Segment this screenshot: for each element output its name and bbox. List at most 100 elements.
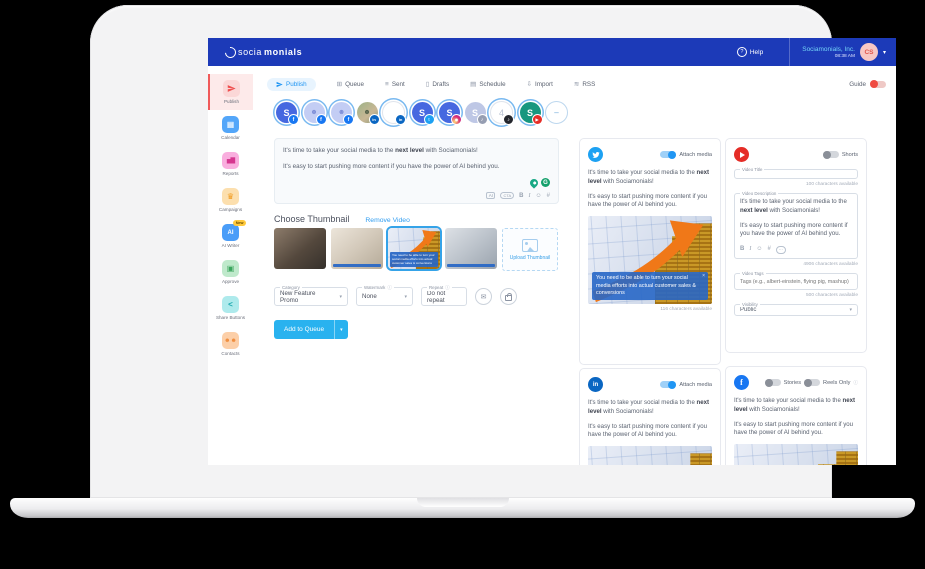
ai-assist-icon[interactable]: AI [486, 192, 496, 199]
thumbnail-option-4[interactable] [445, 228, 497, 269]
sidebar-item-label: Contacts [221, 351, 240, 356]
repeat-field[interactable]: Repeat ⓘ Do not repeat [421, 284, 467, 306]
hashtag-icon[interactable]: # [767, 245, 770, 254]
tab-rss[interactable]: ≋ RSS [573, 80, 595, 89]
chevron-down-icon: ▾ [882, 49, 886, 56]
help-button[interactable]: ? Help [736, 47, 763, 57]
sidebar-item-approve[interactable]: ▣ Approve [208, 254, 253, 290]
stories-toggle[interactable] [764, 378, 781, 387]
twitter-badge-icon: t [423, 114, 435, 125]
social-account-twitter[interactable]: St [411, 102, 435, 125]
video-description-input[interactable]: Video Description It's time to take your… [734, 190, 858, 259]
schedule-icon: ▤ [470, 81, 477, 88]
social-account-linkedin-page[interactable]: in [382, 101, 406, 125]
sidebar-item-share-buttons[interactable]: < Share Buttons [208, 290, 253, 326]
sidebar-item-calendar[interactable]: ▦ Calendar [208, 110, 253, 146]
watermark-select[interactable]: Watermark ⓘ None ▾ [356, 284, 413, 306]
grammar-check-icon[interactable]: G [541, 178, 550, 187]
image-icon [522, 238, 538, 252]
more-icon[interactable]: ⋯ [775, 245, 786, 254]
post-composer[interactable]: It's time to take your social media to t… [274, 138, 559, 204]
tab-import[interactable]: ⇩ Import [527, 80, 553, 89]
sidebar-item-publish[interactable]: Publish [208, 74, 253, 110]
remove-video-link[interactable]: Remove Video [365, 217, 409, 224]
sidebar-item-campaigns[interactable]: ♛ Campaigns [208, 182, 253, 218]
close-icon[interactable]: × [702, 273, 705, 280]
logo-text-light: socia [238, 47, 263, 57]
topbar: socia monials ? Help Sociamonials, Inc. 0… [208, 38, 896, 66]
social-account-tiktok-disabled[interactable]: S ♪ [464, 102, 488, 125]
sidebar-item-ai-writer[interactable]: AI New AI Writer [208, 218, 253, 254]
tab-drafts[interactable]: ▯ Drafts [426, 80, 449, 89]
info-icon: ⓘ [853, 379, 858, 385]
attach-media-toggle[interactable] [660, 380, 677, 389]
linkedin-preview-card: in Attach media It's time to take your s… [579, 368, 721, 465]
attached-media-image [588, 446, 712, 465]
upload-thumbnail-button[interactable]: Upload Thumbnail [502, 228, 558, 271]
sidebar-item-label: Approve [221, 279, 240, 284]
social-account-facebook[interactable]: Sf [276, 102, 299, 125]
social-account-tiktok[interactable]: 4 ♪ [490, 101, 514, 125]
sidebar-item-label: Reports [222, 171, 239, 176]
shorts-toggle[interactable] [822, 150, 839, 159]
italic-icon[interactable]: I [529, 193, 531, 199]
preview-text: It's easy to start pushing more content … [588, 192, 708, 209]
hashtag-icon[interactable]: # [547, 193, 550, 199]
sidebar-item-label: Calendar [221, 135, 240, 140]
add-to-queue-split-button: Add to Queue ▾ [274, 320, 348, 339]
sidebar-item-label: Campaigns [218, 207, 243, 212]
category-select[interactable]: Category New Feature Promo ▾ [274, 284, 348, 306]
guide-toggle[interactable] [870, 80, 886, 88]
tab-sent[interactable]: ≡ Sent [385, 81, 405, 88]
attach-media-toggle[interactable] [660, 150, 677, 159]
facebook-badge-icon: f [288, 114, 299, 125]
avatar[interactable]: CS [859, 43, 878, 61]
tab-schedule[interactable]: ▤ Schedule [470, 80, 505, 89]
tab-queue[interactable]: ⊞ Queue [337, 80, 364, 89]
video-tags-input[interactable]: Video Tags [734, 270, 858, 290]
social-account-instagram[interactable]: S ◉ [439, 102, 462, 125]
rss-icon: ≋ [573, 81, 580, 88]
calendar-icon: ▦ [222, 116, 239, 133]
sidebar-item-label: Share Buttons [215, 315, 246, 320]
description-toolbar: B I ☺ # ⋯ [740, 245, 852, 254]
add-to-queue-button[interactable]: Add to Queue [274, 320, 335, 339]
attached-media-image [734, 444, 858, 465]
add-to-queue-dropdown[interactable]: ▾ [334, 320, 348, 339]
emoji-icon[interactable]: ☺ [756, 245, 762, 254]
social-account-facebook-group[interactable]: ☻ f [303, 102, 327, 125]
more-accounts-button[interactable]: – [545, 101, 568, 124]
composer-text-line2: It's easy to start pushing more content … [283, 163, 500, 171]
video-title-input[interactable]: Video Title [734, 166, 858, 179]
sidebar-item-contacts[interactable]: ☻☻ Contacts [208, 326, 253, 362]
social-account-facebook-group[interactable]: ☻ f [331, 102, 354, 125]
list-icon: ≡ [385, 80, 389, 88]
sidebar-item-reports[interactable]: ▅▇ Reports [208, 146, 253, 182]
lock-icon[interactable] [500, 288, 517, 305]
tab-bar: Publish ⊞ Queue ≡ Sent ▯ Drafts ▤ Schedu… [267, 76, 886, 92]
cta-icon[interactable]: CTA [500, 192, 515, 199]
thumbnail-option-1[interactable] [274, 228, 326, 269]
preview-text: It's easy to start pushing more content … [734, 420, 854, 437]
location-pin-icon[interactable] [528, 176, 540, 189]
info-icon: ⓘ [387, 284, 392, 290]
thumbnail-option-2[interactable] [331, 228, 383, 269]
paper-plane-icon [223, 80, 240, 97]
emoji-icon[interactable]: ☺ [536, 193, 542, 199]
bold-icon[interactable]: B [519, 193, 523, 199]
guide-label: Guide [849, 80, 866, 88]
thumbnail-option-3-selected[interactable]: You need to be able to turn your social … [388, 228, 440, 269]
bold-icon[interactable]: B [740, 245, 744, 254]
facebook-badge-icon: f [315, 114, 327, 125]
account-menu[interactable]: Sociamonials, Inc. 08:38 AM CS ▾ [789, 38, 896, 66]
logo-text-bold: monials [264, 47, 303, 57]
social-account-youtube[interactable]: S ▶ [519, 102, 543, 125]
visibility-select[interactable]: Visibility Public ▾ [734, 301, 858, 316]
email-icon[interactable]: ✉ [475, 288, 492, 305]
italic-icon[interactable]: I [749, 245, 751, 254]
reels-only-toggle[interactable] [804, 378, 821, 387]
social-account-linkedin-profile[interactable]: ☻ in [356, 102, 380, 125]
tab-publish[interactable]: Publish [267, 77, 316, 91]
characters-available: 500 characters available [806, 293, 858, 298]
tags-text-input[interactable] [740, 279, 852, 285]
